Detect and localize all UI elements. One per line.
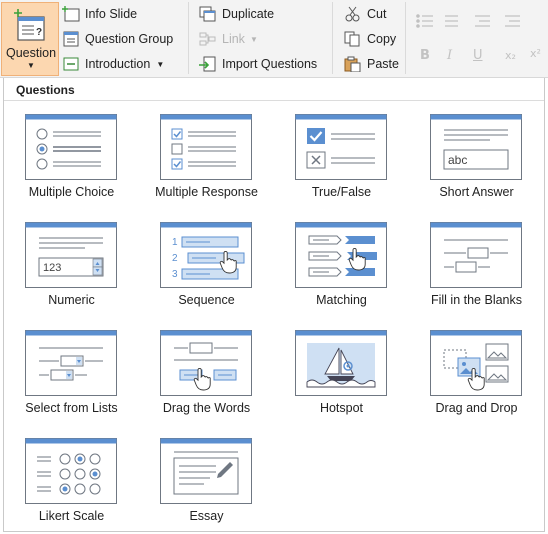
cut-label: Cut xyxy=(367,7,387,21)
introduction-dropdown-icon: ▼ xyxy=(156,59,165,69)
copy-button[interactable]: Copy xyxy=(344,29,396,49)
svg-text:2: 2 xyxy=(172,253,178,264)
paste-icon xyxy=(344,56,361,72)
svg-text:3: 3 xyxy=(172,269,178,280)
import-questions-icon xyxy=(199,56,216,72)
sequence-icon: 1 2 3 xyxy=(160,222,252,288)
copy-icon xyxy=(344,31,360,47)
subscript-button[interactable]: x₂ xyxy=(505,49,516,62)
hotspot-icon xyxy=(295,330,387,396)
fill-in-blanks-icon xyxy=(430,222,522,288)
ribbon-toolbar: ? Question ▼ Info Slide Question Group I… xyxy=(0,0,548,78)
link-icon xyxy=(199,32,216,46)
drag-words-icon xyxy=(160,330,252,396)
select-from-lists-icon xyxy=(25,330,117,396)
fill-in-blanks-tile[interactable]: Fill in the Blanks xyxy=(409,220,544,328)
drag-drop-tile[interactable]: Drag and Drop xyxy=(409,328,544,436)
tile-label: Select from Lists xyxy=(25,401,118,415)
multiple-choice-icon xyxy=(25,114,117,180)
tile-label: Matching xyxy=(316,293,367,307)
tile-label: Essay xyxy=(189,509,224,523)
info-slide-icon xyxy=(62,6,80,22)
likert-scale-tile[interactable]: Likert Scale xyxy=(4,436,139,534)
info-slide-button[interactable]: Info Slide xyxy=(62,4,137,24)
import-questions-label: Import Questions xyxy=(222,57,318,71)
copy-label: Copy xyxy=(367,32,397,46)
numeric-field-text: 123 xyxy=(43,262,61,274)
duplicate-icon xyxy=(199,6,216,22)
question-group-icon xyxy=(63,31,79,47)
cut-button[interactable]: Cut xyxy=(344,4,386,24)
question-slide-icon: ? xyxy=(14,9,45,41)
question-button[interactable]: ? Question ▼ xyxy=(1,2,59,76)
link-button[interactable]: Link ▼ xyxy=(199,29,258,49)
duplicate-button[interactable]: Duplicate xyxy=(199,4,274,24)
info-slide-label: Info Slide xyxy=(85,7,138,21)
ribbon-separator xyxy=(405,2,406,74)
tile-label: Numeric xyxy=(48,293,95,307)
drag-words-tile[interactable]: Drag the Words xyxy=(139,328,274,436)
gallery-title: Questions xyxy=(16,83,75,97)
multiple-response-tile[interactable]: Multiple Response xyxy=(139,112,274,220)
short-answer-icon: abc xyxy=(430,114,522,180)
questions-gallery-panel: Questions Multiple Choice Multiple Respo… xyxy=(3,78,545,532)
tile-label: Multiple Response xyxy=(155,185,258,199)
introduction-label: Introduction xyxy=(85,57,151,71)
short-answer-tile[interactable]: abc Short Answer xyxy=(409,112,544,220)
introduction-icon xyxy=(63,57,79,71)
list-indent-icons xyxy=(416,14,520,28)
import-questions-button[interactable]: Import Questions xyxy=(199,54,317,74)
underline-button[interactable]: U xyxy=(473,48,483,63)
hotspot-tile[interactable]: Hotspot xyxy=(274,328,409,436)
chevron-down-icon: ▼ xyxy=(27,61,35,70)
tile-label: Drag the Words xyxy=(162,401,251,415)
gallery-header: Questions xyxy=(4,78,544,101)
true-false-tile[interactable]: True/False xyxy=(274,112,409,220)
sequence-tile[interactable]: 1 2 3 Sequence xyxy=(139,220,274,328)
short-answer-field-text: abc xyxy=(448,153,467,167)
scissors-icon xyxy=(345,6,360,22)
duplicate-label: Duplicate xyxy=(222,7,275,21)
tile-label: Drag and Drop xyxy=(435,401,518,415)
link-dropdown-icon: ▼ xyxy=(249,34,258,44)
tile-label: Sequence xyxy=(178,293,235,307)
svg-text:1: 1 xyxy=(172,237,178,248)
likert-scale-icon xyxy=(25,438,117,504)
question-group-label: Question Group xyxy=(85,32,174,46)
bold-button[interactable]: B xyxy=(420,48,430,63)
multiple-choice-tile[interactable]: Multiple Choice xyxy=(4,112,139,220)
select-from-lists-tile[interactable]: Select from Lists xyxy=(4,328,139,436)
multiple-response-icon xyxy=(160,114,252,180)
italic-button[interactable]: I xyxy=(447,48,452,63)
svg-text:?: ? xyxy=(36,27,42,38)
question-button-label: Question xyxy=(5,46,57,60)
ribbon-separator xyxy=(332,2,333,74)
matching-tile[interactable]: Matching xyxy=(274,220,409,328)
matching-icon xyxy=(295,222,387,288)
essay-icon xyxy=(160,438,252,504)
numeric-tile[interactable]: 123 Numeric xyxy=(4,220,139,328)
superscript-button[interactable]: x² xyxy=(530,47,541,60)
link-label: Link xyxy=(222,32,245,46)
essay-tile[interactable]: Essay xyxy=(139,436,274,534)
introduction-button[interactable]: Introduction ▼ xyxy=(62,54,164,74)
tile-label: Fill in the Blanks xyxy=(430,293,522,307)
tile-label: Short Answer xyxy=(439,185,514,199)
paste-button[interactable]: Paste xyxy=(344,54,399,74)
numeric-icon: 123 xyxy=(25,222,117,288)
paste-label: Paste xyxy=(367,57,399,71)
tile-label: Likert Scale xyxy=(38,509,105,523)
tile-label: Multiple Choice xyxy=(28,185,115,199)
question-group-button[interactable]: Question Group xyxy=(62,29,173,49)
ribbon-separator xyxy=(188,2,189,74)
true-false-icon xyxy=(295,114,387,180)
tile-label: Hotspot xyxy=(319,401,364,415)
tile-label: True/False xyxy=(311,185,372,199)
drag-drop-icon xyxy=(430,330,522,396)
